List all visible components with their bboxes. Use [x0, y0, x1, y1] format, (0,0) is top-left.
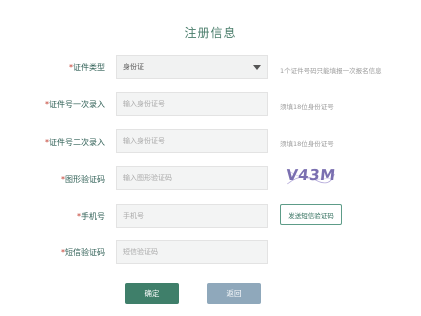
id-type-label: *证件类型 [69, 62, 105, 73]
captcha-input[interactable]: 输入图形验证码 [116, 166, 268, 190]
captcha-label-text: 图形验证码 [65, 175, 105, 184]
phone-input[interactable]: 手机号 [116, 204, 268, 228]
id-second-label: *证件号二次录入 [45, 137, 105, 148]
sms-code-label-text: 短信验证码 [65, 248, 105, 257]
confirm-button[interactable]: 确定 [125, 283, 179, 304]
id-second-hint: 须填18位身份证号 [280, 140, 334, 148]
phone-label-text: 手机号 [81, 212, 105, 221]
id-type-hint: 1个证件号码只能填报一次报名信息 [280, 67, 382, 75]
phone-label: *手机号 [77, 211, 105, 222]
id-first-input[interactable]: 输入身份证号 [116, 92, 268, 116]
id-first-label: *证件号一次录入 [45, 99, 105, 110]
sms-code-input[interactable]: 短信验证码 [116, 240, 268, 264]
captcha-label: *图形验证码 [61, 174, 105, 185]
page-title: 注册信息 [184, 26, 237, 40]
send-sms-code-button[interactable]: 发送短信验证码 [280, 204, 342, 225]
id-type-value: 身份证 [123, 63, 144, 71]
id-type-select[interactable]: 身份证 [116, 55, 268, 79]
id-second-label-text: 证件号二次录入 [49, 138, 105, 147]
id-first-label-text: 证件号一次录入 [49, 100, 105, 109]
sms-code-label: *短信验证码 [61, 247, 105, 258]
captcha-text: V43M [285, 166, 337, 184]
id-second-input[interactable]: 输入身份证号 [116, 129, 268, 153]
id-first-hint: 须填18位身份证号 [280, 103, 334, 111]
back-button[interactable]: 返回 [207, 283, 261, 304]
chevron-down-icon [253, 64, 261, 70]
captcha-image[interactable]: V43M [285, 166, 337, 188]
id-type-label-text: 证件类型 [73, 63, 105, 72]
